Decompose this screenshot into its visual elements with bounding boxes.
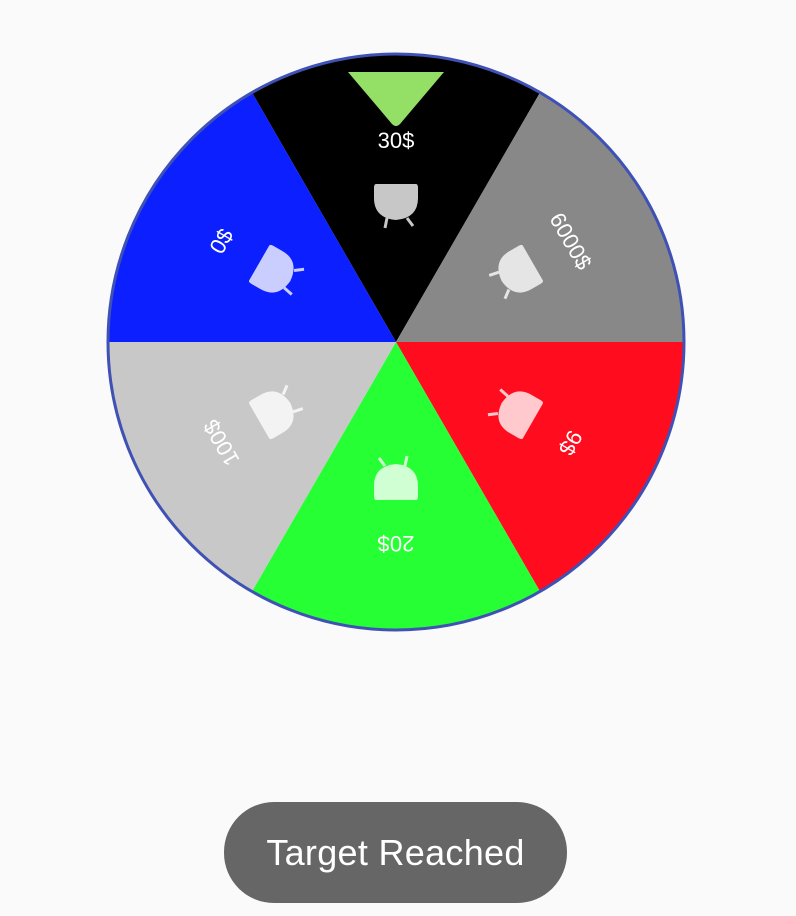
toast-message: Target Reached	[224, 802, 567, 903]
toast-text: Target Reached	[266, 831, 525, 873]
wheel-segments: 30$6000$9$20$100$0$	[108, 53, 684, 630]
wheel-segment-label: 30$	[378, 128, 415, 153]
app-root: 30$ 6000$ 9$ 20$ 100$ 0$ Target Reached	[0, 0, 796, 916]
prize-wheel[interactable]: 30$6000$9$20$100$0$	[0, 0, 796, 700]
wheel-segment-label: 20$	[378, 531, 415, 556]
